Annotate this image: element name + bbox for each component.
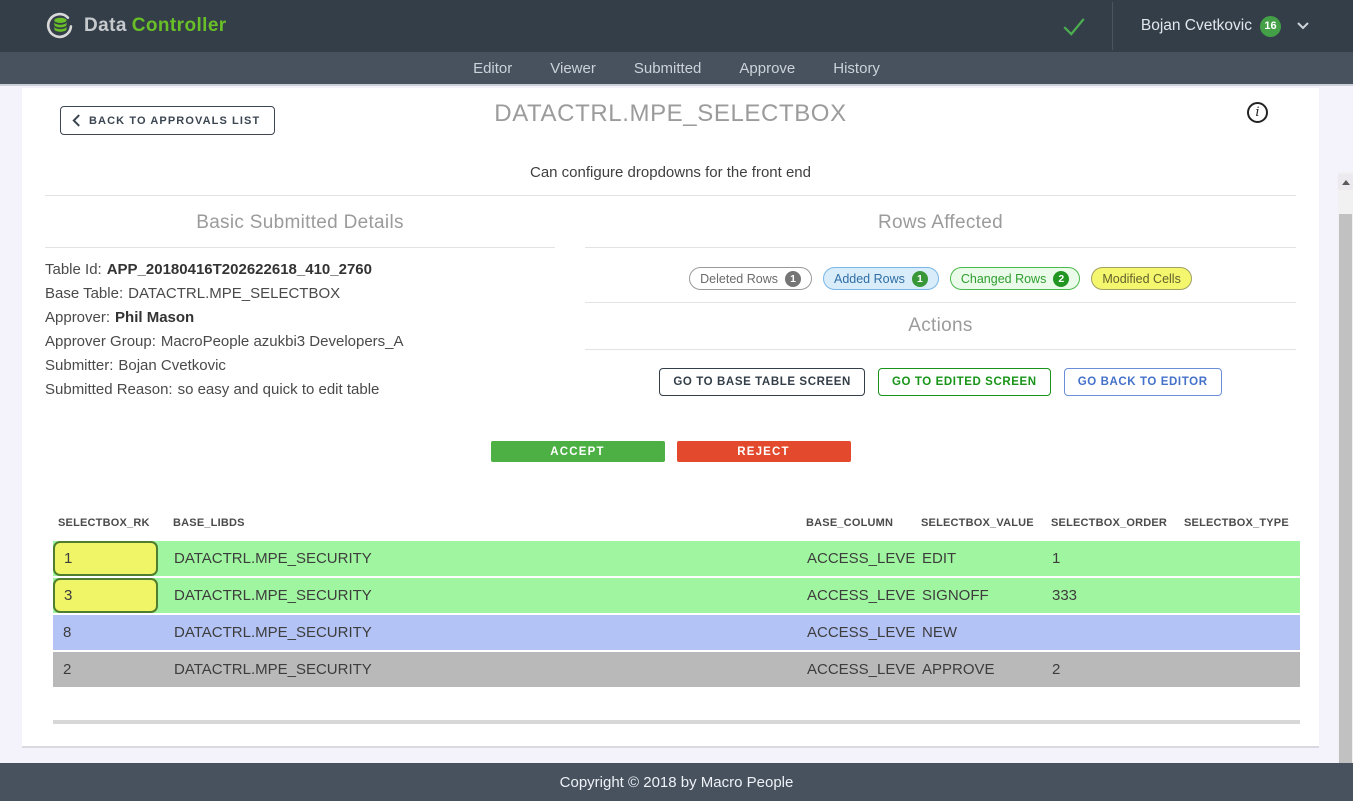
detail-approver-group: Approver Group:MacroPeople azukbi3 Devel… (45, 330, 555, 354)
page-background: BACK TO APPROVALS LIST DATACTRL.MPE_SELE… (0, 86, 1353, 763)
page-footer: Copyright © 2018 by Macro People (0, 763, 1353, 801)
changed-rows-count-badge: 2 (1053, 271, 1069, 287)
back-to-approvals-button[interactable]: BACK TO APPROVALS LIST (60, 106, 275, 135)
decision-buttons: ACCEPT REJECT (45, 441, 1296, 462)
grid-cell: ACCESS_LEVEL (801, 661, 916, 678)
header-divider (1112, 2, 1113, 50)
grid-cell-modified: 3 (53, 578, 158, 613)
grid-horizontal-scrollbar[interactable] (53, 720, 1300, 724)
app-logo: DataController (46, 12, 227, 40)
grid-cell: DATACTRL.MPE_SECURITY (168, 587, 801, 604)
column-header-selectbox-rk: SELECTBOX_RK (53, 517, 168, 529)
changed-rows-pill[interactable]: Changed Rows 2 (950, 267, 1080, 290)
grid-row-added[interactable]: 8 DATACTRL.MPE_SECURITY ACCESS_LEVEL NEW (53, 615, 1300, 650)
grid-cell: DATACTRL.MPE_SECURITY (168, 661, 801, 678)
main-nav: Editor Viewer Submitted Approve History (0, 52, 1353, 86)
scrollbar-thumb[interactable] (1339, 214, 1352, 801)
notification-badge: 16 (1260, 16, 1281, 37)
reject-button[interactable]: REJECT (677, 441, 851, 462)
column-header-selectbox-value: SELECTBOX_VALUE (916, 517, 1046, 529)
grid-cell: 2 (53, 661, 168, 678)
grid-cell: DATACTRL.MPE_SECURITY (168, 550, 801, 567)
user-name: Bojan Cvetkovic (1141, 17, 1252, 35)
grid-cell: DATACTRL.MPE_SECURITY (168, 624, 801, 641)
database-logo-icon (46, 12, 74, 40)
basic-details-heading: Basic Submitted Details (45, 212, 555, 234)
added-rows-pill[interactable]: Added Rows 1 (823, 267, 939, 290)
user-menu[interactable]: Bojan Cvetkovic 16 (1141, 16, 1309, 37)
divider (585, 302, 1296, 303)
grid-cell: ACCESS_LEVEL (801, 587, 916, 604)
detail-approver: Approver:Phil Mason (45, 306, 555, 330)
grid-cell: 1 (1046, 550, 1179, 567)
chevron-left-icon (72, 113, 81, 128)
deleted-rows-pill[interactable]: Deleted Rows 1 (689, 267, 812, 290)
grid-cell-modified: 1 (53, 541, 158, 576)
go-back-to-editor-button[interactable]: GO BACK TO EDITOR (1064, 368, 1222, 396)
table-description: Can configure dropdowns for the front en… (45, 164, 1296, 181)
app-header: DataController Bojan Cvetkovic 16 (0, 0, 1353, 52)
action-buttons: GO TO BASE TABLE SCREEN GO TO EDITED SCR… (585, 368, 1296, 396)
grid-cell: 8 (53, 624, 168, 641)
rows-affected-pills: Deleted Rows 1 Added Rows 1 Changed Rows… (585, 267, 1296, 290)
actions-heading: Actions (585, 315, 1296, 337)
grid-cell: ACCESS_LEVEL (801, 624, 916, 641)
tab-approve[interactable]: Approve (737, 60, 797, 77)
tab-history[interactable]: History (831, 60, 882, 77)
tab-submitted[interactable]: Submitted (632, 60, 704, 77)
copyright-text: Copyright © 2018 by Macro People (560, 774, 794, 791)
grid-row-deleted[interactable]: 2 DATACTRL.MPE_SECURITY ACCESS_LEVEL APP… (53, 652, 1300, 687)
scrollbar-up-button[interactable] (1338, 174, 1353, 190)
approval-detail-card: BACK TO APPROVALS LIST DATACTRL.MPE_SELE… (22, 88, 1319, 748)
divider (585, 247, 1296, 248)
deleted-rows-count-badge: 1 (785, 271, 801, 287)
tab-editor[interactable]: Editor (471, 60, 514, 77)
chevron-down-icon (1297, 22, 1309, 30)
info-icon[interactable]: i (1247, 102, 1268, 123)
added-rows-count-badge: 1 (912, 271, 928, 287)
basic-details-list: Table Id:APP_20180416T202622618_410_2760… (45, 258, 555, 402)
grid-cell: 333 (1046, 587, 1179, 604)
detail-base-table: Base Table:DATACTRL.MPE_SELECTBOX (45, 282, 555, 306)
changes-grid: SELECTBOX_RK BASE_LIBDS BASE_COLUMN SELE… (53, 517, 1300, 724)
divider (585, 349, 1296, 350)
rows-affected-heading: Rows Affected (585, 212, 1296, 234)
detail-submitted-reason: Submitted Reason:so easy and quick to ed… (45, 378, 555, 402)
grid-row-changed[interactable]: 3 DATACTRL.MPE_SECURITY ACCESS_LEVEL SIG… (53, 578, 1300, 613)
page-scrollbar[interactable] (1338, 172, 1353, 801)
grid-header-row: SELECTBOX_RK BASE_LIBDS BASE_COLUMN SELE… (53, 517, 1300, 541)
grid-cell: APPROVE (916, 661, 1046, 678)
go-to-edited-screen-button[interactable]: GO TO EDITED SCREEN (878, 368, 1051, 396)
column-header-selectbox-order: SELECTBOX_ORDER (1046, 517, 1179, 529)
accept-button[interactable]: ACCEPT (491, 441, 665, 462)
column-header-selectbox-type: SELECTBOX_TYPE (1179, 517, 1300, 529)
grid-cell: SIGNOFF (916, 587, 1046, 604)
tab-viewer[interactable]: Viewer (548, 60, 598, 77)
go-to-base-table-screen-button[interactable]: GO TO BASE TABLE SCREEN (659, 368, 865, 396)
detail-table-id: Table Id:APP_20180416T202622618_410_2760 (45, 258, 555, 282)
modified-cells-pill[interactable]: Modified Cells (1091, 267, 1192, 290)
brand-name: DataController (84, 15, 227, 37)
grid-cell: NEW (916, 624, 1046, 641)
grid-cell: ACCESS_LEVEL (801, 550, 916, 567)
grid-cell: EDIT (916, 550, 1046, 567)
grid-row-changed[interactable]: 1 DATACTRL.MPE_SECURITY ACCESS_LEVEL EDI… (53, 541, 1300, 576)
status-checkmark-icon (1060, 13, 1088, 39)
divider (45, 247, 555, 248)
column-header-base-libds: BASE_LIBDS (168, 517, 801, 529)
grid-cell: 2 (1046, 661, 1179, 678)
column-header-base-column: BASE_COLUMN (801, 517, 916, 529)
detail-submitter: Submitter:Bojan Cvetkovic (45, 354, 555, 378)
